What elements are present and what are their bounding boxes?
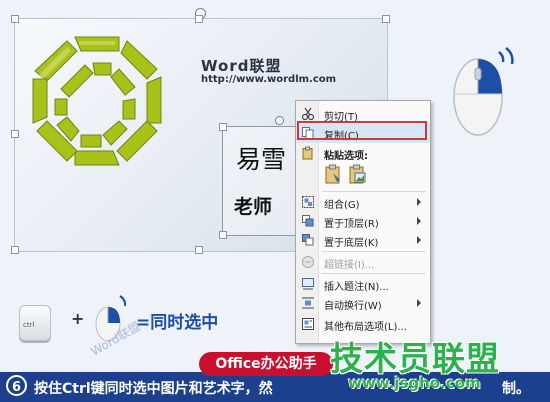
textbox-handle-sw[interactable] — [219, 231, 227, 239]
menu-item-more-layout-label: 其他布局选项(L)... — [324, 322, 407, 333]
menu-item-hyperlink: 超链接(I)... — [296, 253, 430, 272]
textbox-handle-nw[interactable] — [219, 123, 227, 131]
paste-icon — [302, 146, 313, 160]
art-text-title: 老师 — [234, 196, 273, 218]
layout-icon — [302, 318, 314, 330]
menu-item-hyperlink-label: 超链接(I)... — [324, 260, 375, 271]
menu-item-send-to-back[interactable]: 置于底层(K) — [296, 231, 430, 250]
office-assistant-watermark: Office办公助手 — [199, 352, 333, 376]
submenu-arrow-icon — [417, 217, 421, 225]
resize-handle-w[interactable] — [11, 130, 19, 138]
paste-brush-icon — [325, 164, 340, 184]
resize-handle-ne[interactable] — [382, 15, 390, 23]
paste-picture-button[interactable] — [348, 164, 368, 186]
select-together-hint: =同时选中 — [136, 313, 219, 333]
wrap-icon — [302, 297, 314, 309]
resize-handle-nw[interactable] — [11, 15, 19, 23]
ctrl-key-icon: ctrl — [19, 305, 51, 341]
menu-item-bring-to-front-label: 置于顶层(R) — [324, 219, 379, 230]
menu-item-text-wrap[interactable]: 自动换行(W) — [296, 294, 430, 313]
caption-icon — [302, 278, 314, 290]
submenu-arrow-icon — [417, 299, 421, 307]
logo-url: http://www.wordlm.com — [201, 74, 337, 85]
copy-highlight-box — [297, 121, 427, 140]
menu-item-send-to-back-label: 置于底层(K) — [324, 238, 379, 249]
paste-keep-format-button[interactable] — [324, 164, 344, 186]
menu-item-group[interactable]: 组合(G) — [296, 193, 430, 212]
menu-item-group-label: 组合(G) — [324, 200, 360, 211]
textbox-rotation-handle[interactable] — [275, 116, 284, 125]
menu-item-insert-caption[interactable]: 插入题注(N)... — [296, 275, 430, 294]
resize-handle-sw[interactable] — [11, 246, 19, 254]
logo-text: Word联盟 — [201, 57, 282, 75]
step-instruction-text: 按住Ctrl键同时选中图片和艺术字，然 — [34, 381, 273, 397]
step-number-badge: 6 — [6, 375, 27, 396]
menu-item-paste-label: 粘贴选项: — [324, 151, 368, 162]
submenu-arrow-icon — [417, 236, 421, 244]
plus-sign: + — [71, 309, 85, 328]
send-back-icon — [302, 234, 314, 246]
bring-front-icon — [302, 215, 314, 227]
menu-item-insert-caption-label: 插入题注(N)... — [324, 282, 389, 293]
submenu-arrow-icon — [417, 198, 421, 206]
step-instruction-end: 制。 — [502, 381, 530, 397]
jsgho-url-watermark: www.jsgho.com — [348, 374, 481, 392]
menu-separator — [322, 191, 426, 192]
scissors-icon — [301, 107, 315, 121]
resize-handle-s[interactable] — [195, 246, 203, 254]
menu-separator — [322, 251, 426, 252]
menu-separator — [322, 273, 426, 274]
resize-handle-n[interactable] — [195, 15, 203, 23]
hyperlink-icon — [302, 256, 314, 268]
mouse-left-click-icon — [453, 47, 514, 136]
art-text-name: 易雪 — [236, 145, 287, 174]
group-icon — [302, 196, 314, 208]
ctrl-key-label: ctrl — [23, 321, 35, 329]
menu-item-paste-options: 粘贴选项: — [296, 144, 430, 163]
menu-item-bring-to-front[interactable]: 置于顶层(R) — [296, 212, 430, 231]
menu-item-text-wrap-label: 自动换行(W) — [324, 301, 382, 312]
paste-picture-icon — [349, 164, 366, 184]
jishuyuan-watermark: 技术员联盟 — [330, 339, 500, 378]
